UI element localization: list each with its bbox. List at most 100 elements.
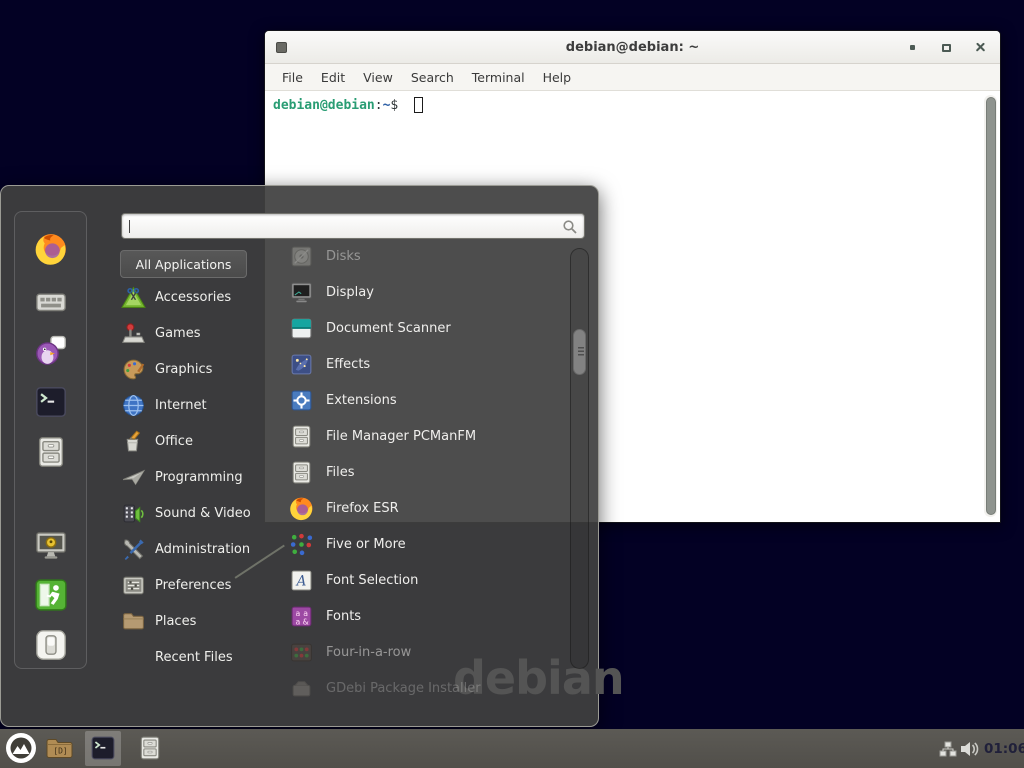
menu-scrollbar-thumb[interactable] (573, 329, 586, 375)
gdebi-icon (289, 676, 314, 701)
app-fonts[interactable]: aaa&Fonts (289, 598, 567, 634)
taskbar-files-button[interactable] (137, 735, 163, 761)
app-five-or-more[interactable]: Five or More (289, 526, 567, 562)
app-files[interactable]: Files (289, 454, 567, 490)
terminal-titlebar[interactable]: debian@debian: ~ (265, 31, 1000, 64)
terminal-menu-view[interactable]: View (354, 67, 402, 88)
internet-icon (121, 393, 146, 418)
maximize-icon[interactable] (940, 41, 953, 54)
scanner-icon (289, 316, 314, 341)
disks-icon (289, 244, 314, 269)
app-label: Display (326, 285, 374, 300)
category-label: Preferences (155, 578, 231, 593)
favorite-keyboard[interactable] (34, 285, 68, 319)
all-applications-button[interactable]: All Applications (120, 250, 247, 278)
category-graphics[interactable]: Graphics (121, 351, 283, 387)
favorite-firefox[interactable] (34, 232, 68, 266)
app-label: Font Selection (326, 573, 418, 588)
favorite-log-out[interactable] (34, 578, 68, 612)
network-icon[interactable] (939, 741, 957, 757)
prompt-symbol: $ (390, 98, 406, 113)
category-label: Sound & Video (155, 506, 251, 521)
preferences-icon (121, 573, 146, 598)
category-label: Administration (155, 542, 250, 557)
category-office[interactable]: Office (121, 423, 283, 459)
app-label: Fonts (326, 609, 361, 624)
svg-text:A: A (295, 573, 307, 589)
programming-icon (121, 465, 146, 490)
logout-icon (34, 578, 68, 612)
category-games[interactable]: Games (121, 315, 283, 351)
close-icon[interactable] (974, 41, 987, 54)
app-label: Five or More (326, 537, 406, 552)
terminal-menubar: FileEditViewSearchTerminalHelp (265, 64, 1000, 91)
text-caret (129, 220, 130, 233)
terminalapp-icon (34, 385, 68, 419)
clock[interactable]: 01:06 (984, 729, 1024, 768)
svg-text:&: & (303, 617, 309, 626)
app-firefox-esr[interactable]: Firefox ESR (289, 490, 567, 526)
category-recent-files[interactable]: Recent Files (121, 639, 283, 675)
window-controls (906, 31, 987, 64)
favorite-pidgin[interactable] (34, 333, 68, 367)
app-label: Effects (326, 357, 370, 372)
category-internet[interactable]: Internet (121, 387, 283, 423)
pidgin-icon (34, 333, 68, 367)
terminal-menu-file[interactable]: File (273, 67, 312, 88)
favorite-file-manager[interactable] (34, 435, 68, 469)
category-label: Places (155, 614, 196, 629)
graphics-icon (121, 357, 146, 382)
app-document-scanner[interactable]: Document Scanner (289, 310, 567, 346)
terminal-menu-edit[interactable]: Edit (312, 67, 354, 88)
applications-menu: debian All Applications AccessoriesGames… (0, 185, 599, 727)
terminal-menu-help[interactable]: Help (534, 67, 581, 88)
category-label: Internet (155, 398, 207, 413)
app-label: Document Scanner (326, 321, 451, 336)
soundvideo-icon (121, 501, 146, 526)
lockscreen-icon (34, 528, 68, 562)
app-label: Extensions (326, 393, 397, 408)
minimize-icon[interactable] (906, 41, 919, 54)
effects-icon (289, 352, 314, 377)
app-font-selection[interactable]: A Font Selection (289, 562, 567, 598)
category-places[interactable]: Places (121, 603, 283, 639)
app-extensions[interactable]: Extensions (289, 382, 567, 418)
taskbar-terminal-button[interactable] (90, 735, 116, 761)
firefox-icon (34, 232, 68, 266)
taskbar-menu-button[interactable] (5, 732, 37, 764)
favorite-terminal[interactable] (34, 385, 68, 419)
category-preferences[interactable]: Preferences (121, 567, 283, 603)
app-effects[interactable]: Effects (289, 346, 567, 382)
accessories-icon (121, 285, 146, 310)
app-disks[interactable]: Disks (289, 238, 567, 274)
taskbar-file-manager-button[interactable]: [D] (46, 737, 74, 760)
category-programming[interactable]: Programming (121, 459, 283, 495)
extensions-icon (289, 388, 314, 413)
category-accessories[interactable]: Accessories (121, 279, 283, 315)
category-sound-video[interactable]: Sound & Video (121, 495, 283, 531)
terminal-app-icon (276, 42, 287, 53)
favorite-lock-screen[interactable] (34, 528, 68, 562)
search-input[interactable] (121, 213, 585, 239)
app-display[interactable]: Display (289, 274, 567, 310)
all-applications-label: All Applications (136, 257, 232, 272)
prompt-user-host: debian@debian (273, 98, 375, 113)
category-list: AccessoriesGamesGraphicsInternetOfficePr… (121, 279, 283, 675)
menu-scrollbar[interactable] (570, 248, 589, 669)
prompt-separator: : (375, 98, 383, 113)
favorite-shutdown[interactable] (34, 628, 68, 662)
terminal-scrollbar[interactable] (984, 95, 997, 517)
terminal-menu-terminal[interactable]: Terminal (463, 67, 534, 88)
terminal-scrollbar-thumb[interactable] (986, 97, 996, 515)
app-file-manager-pcmanfm[interactable]: File Manager PCManFM (289, 418, 567, 454)
places-icon (121, 609, 146, 634)
terminal-menu-search[interactable]: Search (402, 67, 463, 88)
volume-icon[interactable] (960, 741, 980, 757)
app-label: GDebi Package Installer (326, 681, 481, 696)
cabinet-icon (289, 460, 314, 485)
app-label: Four-in-a-row (326, 645, 411, 660)
app-gdebi-package-installer[interactable]: GDebi Package Installer (289, 670, 567, 706)
app-four-in-a-row[interactable]: Four-in-a-row (289, 634, 567, 670)
category-label: Recent Files (155, 650, 233, 665)
app-label: Disks (326, 249, 361, 264)
